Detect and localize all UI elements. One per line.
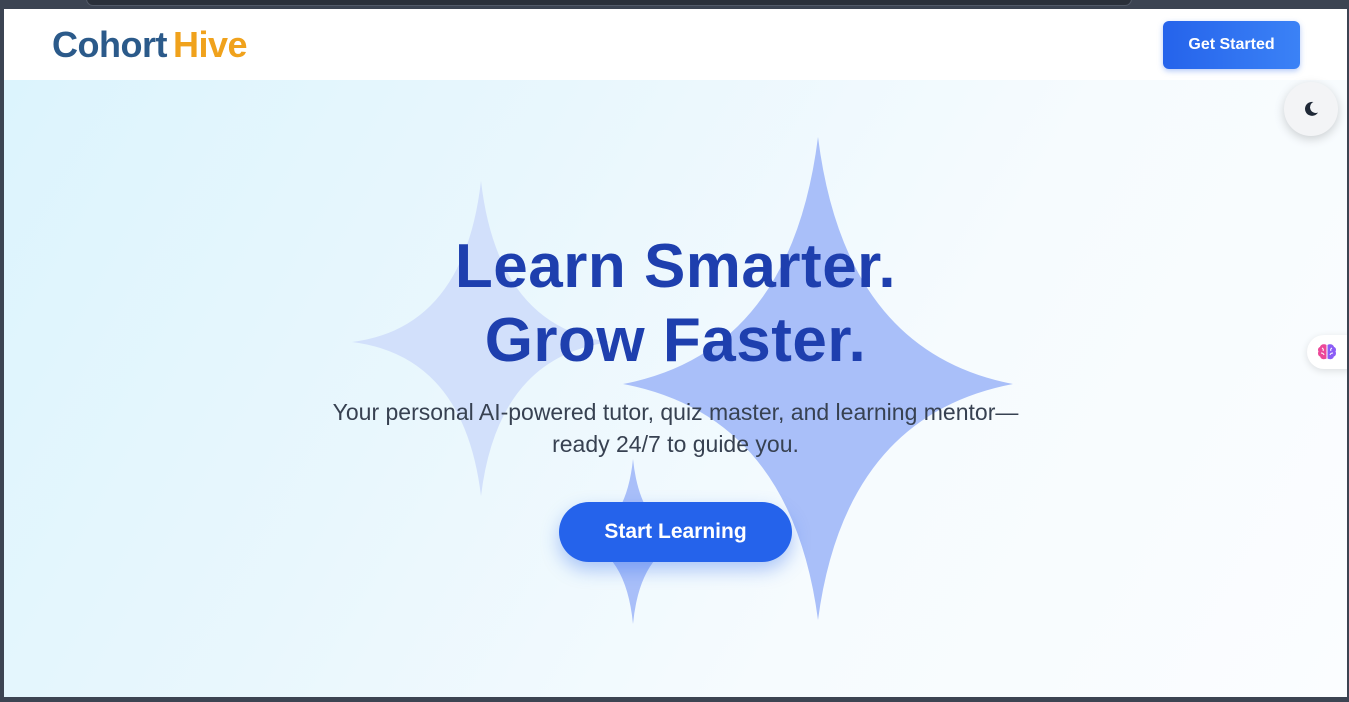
hero-subtitle-line1: Your personal AI-powered tutor, quiz mas…: [332, 399, 1019, 425]
hero-subtitle-line2: ready 24/7 to guide you.: [552, 431, 799, 457]
hero-title: Learn Smarter. Grow Faster.: [4, 230, 1347, 378]
logo-text-hive: Hive: [172, 24, 248, 65]
logo-text-cohort: Cohort: [52, 24, 167, 65]
logo[interactable]: Cohort Hive: [52, 24, 248, 66]
sparkle-decoration: [352, 137, 1013, 624]
hero-subtitle: Your personal AI-powered tutor, quiz mas…: [4, 396, 1347, 460]
ai-assistant-tab[interactable]: [1307, 335, 1347, 369]
hero-title-line2: Grow Faster.: [484, 306, 867, 375]
browser-frame-top: [0, 0, 1349, 9]
start-learning-button[interactable]: Start Learning: [559, 502, 792, 562]
hero-section: Learn Smarter. Grow Faster. Your persona…: [4, 80, 1347, 697]
brain-icon: [1318, 344, 1336, 360]
theme-toggle-button[interactable]: [1284, 82, 1338, 136]
browser-frame-bottom: [0, 697, 1349, 702]
site-header: Cohort Hive Get Started: [4, 9, 1347, 80]
get-started-button[interactable]: Get Started: [1163, 21, 1300, 69]
browser-address-bar[interactable]: [86, 0, 1132, 6]
page-viewport: Cohort Hive Get Started Learn Smarter. Gr…: [4, 9, 1347, 697]
hero-title-line1: Learn Smarter.: [454, 232, 897, 301]
moon-icon: [1305, 101, 1318, 116]
